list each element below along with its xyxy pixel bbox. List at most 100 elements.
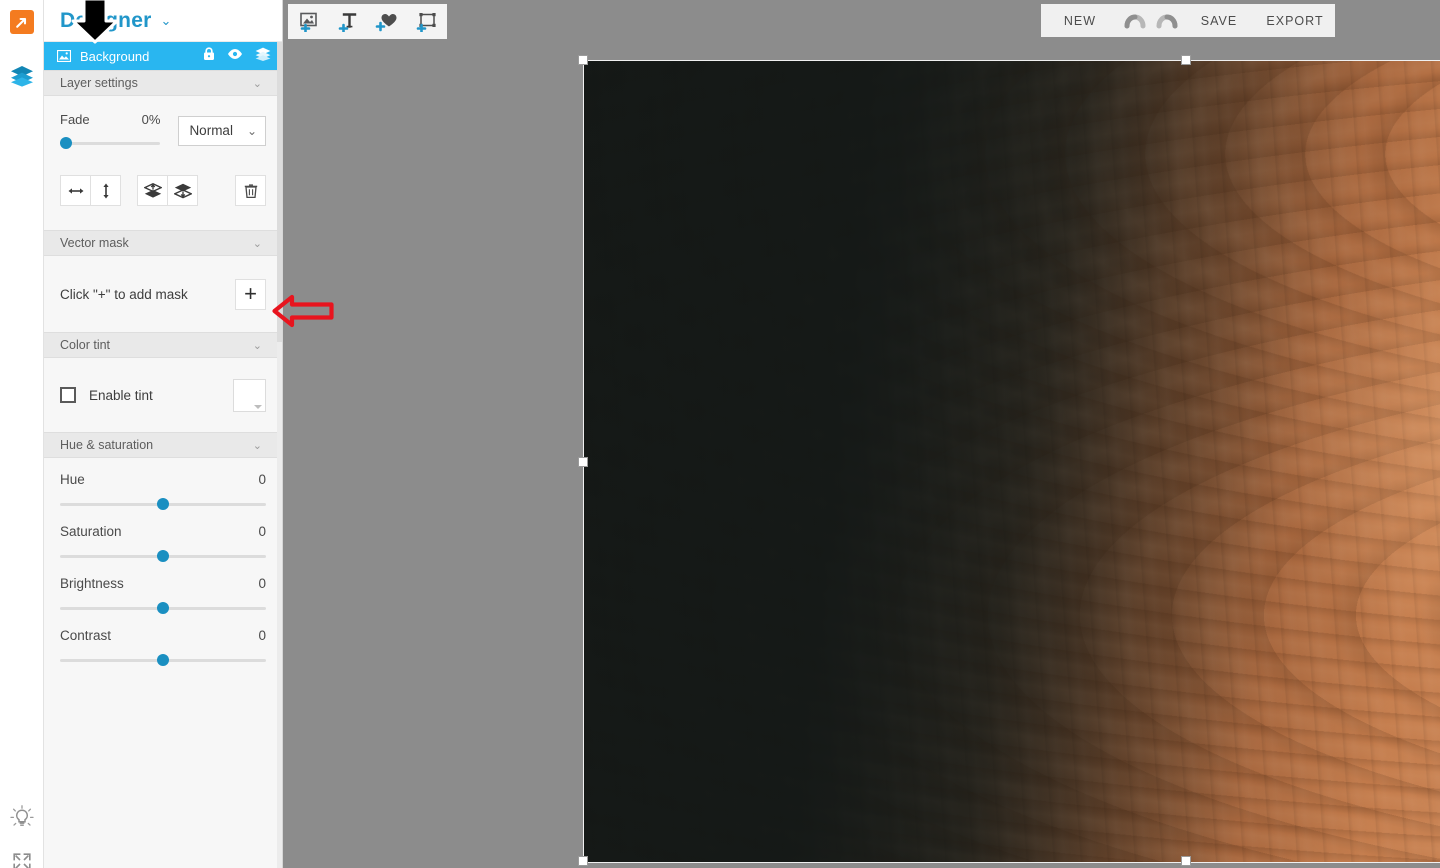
fade-label: Fade [60, 112, 90, 127]
hue-label: Hue [60, 472, 85, 487]
color-tint-body: Enable tint [44, 358, 282, 432]
saturation-label: Saturation [60, 524, 122, 539]
flip-vertical-button[interactable] [90, 175, 121, 206]
shadow-overlay [584, 61, 1440, 862]
app-root: NEW SAVE EXPORT Designer ⌄ Background La… [0, 0, 1440, 868]
contrast-value: 0 [258, 628, 266, 643]
fade-slider-track [60, 142, 161, 145]
add-image-button[interactable] [288, 4, 328, 39]
undo-icon [1124, 13, 1146, 28]
add-text-icon [338, 12, 356, 32]
brightness-slider[interactable] [60, 602, 266, 614]
flip-horizontal-icon [68, 187, 83, 194]
app-logo[interactable] [10, 10, 34, 34]
flip-vertical-icon [102, 183, 109, 198]
add-frame-button[interactable] [407, 4, 447, 39]
fade-slider-knob[interactable] [60, 137, 72, 149]
sidebar-item-fullscreen[interactable] [0, 840, 44, 868]
actions-toolbar: NEW SAVE EXPORT [1041, 4, 1335, 37]
handle-top-center[interactable] [1181, 55, 1191, 65]
designer-logo-icon [16, 17, 27, 28]
tint-color-swatch[interactable] [233, 378, 266, 412]
canvas-image[interactable] [584, 61, 1440, 862]
panel-scrollbar[interactable] [277, 42, 282, 868]
layer-name: Background [80, 48, 150, 64]
section-title: Hue & saturation [60, 438, 154, 452]
chevron-down-icon: ⌄ [252, 77, 262, 90]
brightness-slider-knob[interactable] [157, 602, 169, 614]
chevron-down-icon[interactable]: ⌄ [160, 13, 171, 29]
saturation-slider-knob[interactable] [157, 550, 169, 562]
page-title: Designer [60, 8, 152, 32]
fullscreen-icon [13, 853, 31, 868]
eye-icon[interactable] [227, 47, 243, 65]
section-header-layer-settings[interactable]: Layer settings ⌄ [44, 70, 282, 96]
vector-mask-body: Click "+" to add mask + [44, 256, 282, 332]
lock-icon[interactable] [203, 46, 215, 66]
redo-button[interactable] [1151, 4, 1183, 37]
blend-mode-value: Normal [189, 123, 233, 138]
handle-top-left[interactable] [578, 55, 588, 65]
move-layer-down-button[interactable] [167, 175, 198, 206]
add-image-icon [300, 12, 317, 32]
saturation-control: Saturation 0 [60, 510, 266, 562]
redo-icon [1156, 13, 1178, 28]
canvas-stage[interactable] [283, 0, 1440, 868]
panel-header[interactable]: Designer ⌄ [44, 0, 282, 42]
chevron-down-icon: ⌄ [252, 339, 262, 352]
fade-slider[interactable] [60, 137, 161, 149]
add-mask-button[interactable]: + [235, 278, 266, 310]
layers-up-icon [143, 182, 162, 198]
add-text-button[interactable] [328, 4, 368, 39]
sidebar-item-tips[interactable] [0, 796, 44, 840]
fade-control: Fade 0% [60, 112, 161, 149]
panel-scrollbar-thumb[interactable] [277, 42, 282, 342]
contrast-label: Contrast [60, 628, 112, 643]
contrast-slider-knob[interactable] [157, 654, 169, 666]
export-button[interactable]: EXPORT [1255, 4, 1335, 37]
section-header-vector-mask[interactable]: Vector mask ⌄ [44, 230, 282, 256]
saturation-value: 0 [258, 524, 266, 539]
move-layer-up-button[interactable] [137, 175, 168, 206]
caret-down-icon [254, 404, 262, 409]
layers-down-icon [173, 183, 192, 198]
new-button[interactable]: NEW [1041, 4, 1119, 37]
enable-tint-checkbox[interactable] [60, 387, 76, 403]
flip-horizontal-button[interactable] [60, 175, 91, 206]
hue-slider[interactable] [60, 498, 266, 510]
saturation-slider[interactable] [60, 550, 266, 562]
layers-icon[interactable] [255, 47, 271, 66]
save-button[interactable]: SAVE [1183, 4, 1255, 37]
add-mask-hint: Click "+" to add mask [60, 286, 188, 302]
hue-control: Hue 0 [60, 458, 266, 510]
layer-row-background[interactable]: Background [44, 42, 282, 70]
handle-middle-left[interactable] [578, 457, 588, 467]
section-header-hue-saturation[interactable]: Hue & saturation ⌄ [44, 432, 282, 458]
lightbulb-icon [10, 805, 34, 826]
contrast-slider[interactable] [60, 654, 266, 666]
chevron-down-icon: ⌄ [252, 237, 262, 250]
canvas-selection[interactable] [583, 60, 1440, 863]
section-title: Vector mask [60, 236, 129, 250]
add-frame-icon [416, 12, 436, 32]
layer-settings-panel: Designer ⌄ Background Layer settings ⌄ F… [44, 0, 283, 868]
handle-bottom-left[interactable] [578, 856, 588, 866]
add-shape-button[interactable] [368, 4, 408, 39]
enable-tint-label: Enable tint [89, 387, 153, 403]
section-title: Layer settings [60, 76, 138, 90]
add-toolbar [288, 4, 447, 39]
fade-value: 0% [141, 112, 161, 127]
blend-mode-select[interactable]: Normal ⌄ [178, 115, 266, 146]
delete-layer-button[interactable] [235, 175, 266, 206]
layer-settings-body: Fade 0% Normal ⌄ [44, 96, 282, 230]
undo-button[interactable] [1119, 4, 1151, 37]
section-header-color-tint[interactable]: Color tint ⌄ [44, 332, 282, 358]
hue-slider-knob[interactable] [157, 498, 169, 510]
trash-icon [244, 183, 257, 198]
add-mask-row: Click "+" to add mask + [60, 256, 266, 332]
layer-tools-row [60, 175, 266, 206]
fade-row: Fade 0% Normal ⌄ [60, 96, 266, 149]
sidebar-item-layers[interactable] [0, 54, 44, 98]
chevron-down-icon: ⌄ [252, 439, 262, 452]
handle-bottom-center[interactable] [1181, 856, 1191, 866]
